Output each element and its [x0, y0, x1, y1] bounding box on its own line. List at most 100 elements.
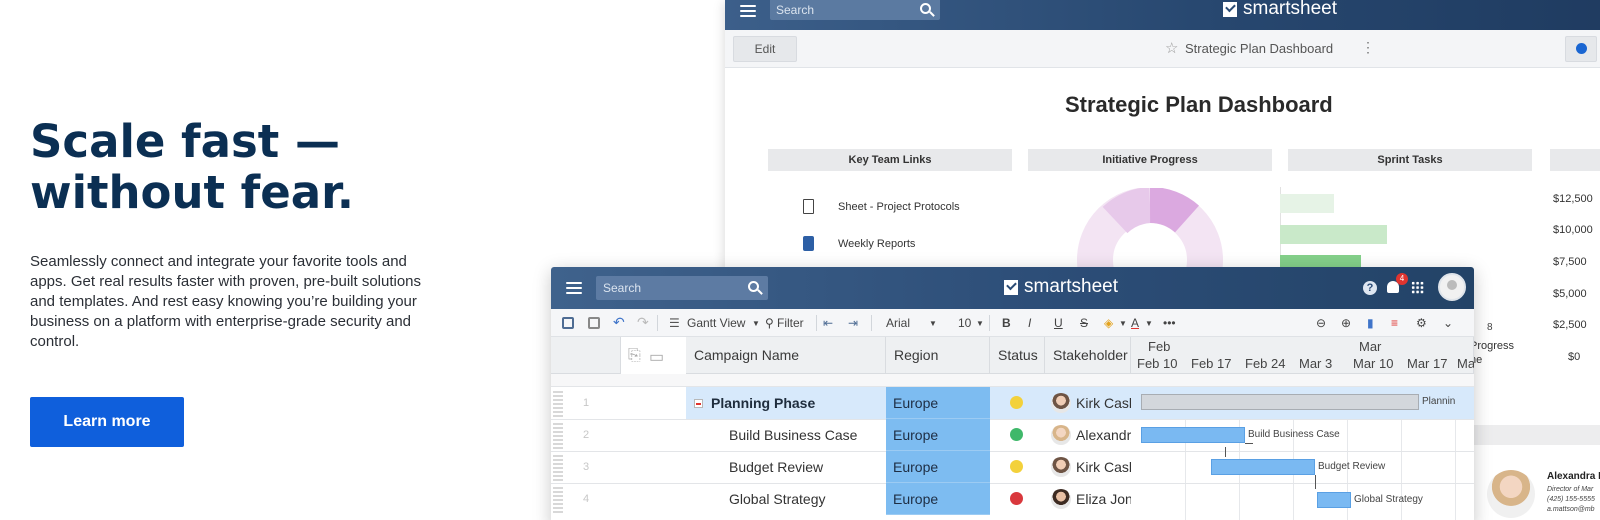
gantt-label-planning: Plannin [1422, 396, 1456, 407]
star-icon[interactable]: ☆ [1165, 39, 1178, 57]
region-cell[interactable]: Europe [886, 451, 990, 483]
gantt-bar-build-business-case[interactable] [1141, 427, 1245, 443]
baseline-icon[interactable]: ≡ [1391, 316, 1398, 330]
stakeholder-cell[interactable]: Alexandr [1076, 419, 1131, 451]
strikethrough-button[interactable]: S [1080, 316, 1088, 330]
region-cell[interactable]: Europe [886, 419, 990, 451]
save-icon[interactable] [562, 317, 574, 329]
money-axis-0: $0 [1568, 351, 1581, 363]
font-caret-icon[interactable]: ▼ [929, 319, 937, 328]
gantt-week-feb24: Feb 24 [1245, 356, 1286, 371]
campaign-name-cell[interactable]: Planning Phase [711, 387, 883, 419]
campaign-name-cell[interactable]: Budget Review [729, 451, 885, 483]
font-size-caret-icon[interactable]: ▼ [976, 319, 984, 328]
panel-initiative-progress: Initiative Progress [1028, 149, 1272, 171]
region-cell[interactable]: Europe [886, 387, 990, 419]
gantt-month-feb: Feb [1148, 339, 1171, 354]
hero-title-line2: without fear. [30, 166, 355, 219]
more-options-icon[interactable]: ⋮ [1361, 39, 1375, 56]
region-cell[interactable]: Europe [886, 483, 990, 515]
stakeholder-avatar [1051, 489, 1071, 509]
sheet-search-icon[interactable] [748, 281, 759, 292]
gantt-view-caret-icon[interactable]: ▼ [752, 319, 760, 328]
money-axis-10000: $10,000 [1553, 224, 1593, 236]
column-stakeholder[interactable]: Stakeholder [1045, 337, 1131, 374]
dashboard-subbar: Edit ☆ Strategic Plan Dashboard ⋮ [725, 30, 1600, 68]
status-dot-red[interactable] [1010, 492, 1023, 505]
globe-icon [1576, 43, 1587, 54]
stakeholder-cell[interactable]: Kirk Casl [1076, 451, 1131, 483]
row-number-header [551, 337, 621, 374]
gantt-label-budget-review: Budget Review [1318, 461, 1386, 472]
gantt-week-mar10: Mar 10 [1353, 356, 1394, 371]
sheet-search-input[interactable]: Search [596, 276, 768, 300]
hero-title-line1: Scale fast — [30, 115, 340, 168]
menu-icon[interactable] [740, 5, 756, 17]
filter-button[interactable]: Filter [777, 316, 804, 330]
sheet-topbar: Search smartsheet ? 4 [551, 267, 1474, 309]
document-icon [803, 199, 814, 214]
collapse-toolbar-icon[interactable]: ⌄ [1443, 316, 1453, 330]
status-dot-yellow[interactable] [1010, 460, 1023, 473]
column-region[interactable]: Region [886, 337, 990, 374]
donut-segment-b [1149, 188, 1199, 234]
column-status[interactable]: Status [990, 337, 1045, 374]
text-color-caret-icon[interactable]: ▼ [1145, 319, 1153, 328]
zoom-out-icon[interactable]: ⊖ [1316, 316, 1326, 330]
link-project-protocols[interactable]: Sheet - Project Protocols [803, 199, 960, 214]
gantt-bar-global-strategy[interactable] [1317, 492, 1351, 508]
bold-button[interactable]: B [1002, 316, 1011, 330]
collapse-toggle-icon[interactable] [694, 399, 703, 408]
text-color-button[interactable]: A [1131, 316, 1139, 330]
print-icon[interactable] [588, 317, 600, 329]
money-axis-7500: $7,500 [1553, 256, 1587, 268]
critical-path-icon[interactable]: ▮ [1367, 316, 1374, 330]
notification-badge: 4 [1396, 273, 1408, 285]
contact-panel-header [1470, 425, 1600, 445]
stakeholder-cell[interactable]: Kirk Casl [1076, 387, 1131, 419]
link-weekly-reports[interactable]: Weekly Reports [803, 236, 915, 251]
money-axis-12500: $12,500 [1553, 193, 1593, 205]
user-avatar[interactable] [1438, 273, 1466, 301]
stakeholder-avatar [1051, 393, 1071, 413]
search-icon[interactable] [920, 3, 931, 14]
campaign-name-cell[interactable]: Global Strategy [729, 483, 885, 515]
italic-button[interactable]: I [1028, 316, 1031, 330]
dashboard-topbar: Search smartsheet [725, 0, 1600, 30]
outdent-icon[interactable]: ⇤ [823, 316, 833, 330]
sheet-toolbar: ↶ ↷ ☰ Gantt View ▼ ⚲ Filter ⇤ ⇥ Arial ▼ … [551, 309, 1474, 337]
sheet-menu-icon[interactable] [566, 282, 582, 294]
edit-button[interactable]: Edit [733, 36, 797, 62]
underline-button[interactable]: U [1054, 316, 1063, 330]
gantt-bar-planning[interactable] [1141, 394, 1419, 410]
zoom-in-icon[interactable]: ⊕ [1341, 316, 1351, 330]
filter-icon[interactable]: ⚲ [765, 316, 774, 330]
apps-grid-icon[interactable] [1411, 281, 1424, 294]
dashboard-search-input[interactable]: Search [770, 0, 940, 20]
more-tools-button[interactable]: ••• [1163, 316, 1176, 330]
font-size-select[interactable]: 10 [958, 316, 971, 330]
gantt-view-dropdown[interactable]: Gantt View [687, 316, 745, 330]
undo-icon[interactable]: ↶ [613, 314, 625, 331]
gantt-bar-budget-review[interactable] [1211, 459, 1315, 475]
smartsheet-logo-icon [1223, 1, 1237, 17]
publish-button[interactable] [1565, 36, 1597, 62]
link-weekly-reports-label: Weekly Reports [838, 237, 916, 250]
redo-icon[interactable]: ↷ [637, 314, 649, 331]
fill-caret-icon[interactable]: ▼ [1119, 319, 1127, 328]
help-icon[interactable]: ? [1363, 281, 1377, 295]
sprint-axis-tick-8: 8 [1487, 322, 1493, 333]
settings-gear-icon[interactable]: ⚙ [1416, 316, 1427, 330]
gantt-week-feb10: Feb 10 [1137, 356, 1178, 371]
fill-color-icon[interactable]: ◈ [1104, 316, 1113, 330]
indent-icon[interactable]: ⇥ [848, 316, 858, 330]
campaign-name-cell[interactable]: Build Business Case [729, 419, 885, 451]
status-dot-yellow[interactable] [1010, 396, 1023, 409]
stakeholder-cell[interactable]: Eliza Jon [1076, 483, 1131, 515]
sheet-search-placeholder: Search [603, 281, 642, 295]
panel-key-team-links: Key Team Links [768, 149, 1012, 171]
status-dot-green[interactable] [1010, 428, 1023, 441]
column-campaign-name[interactable]: Campaign Name [686, 337, 886, 374]
learn-more-button[interactable]: Learn more [30, 397, 184, 447]
font-family-select[interactable]: Arial [886, 316, 910, 330]
